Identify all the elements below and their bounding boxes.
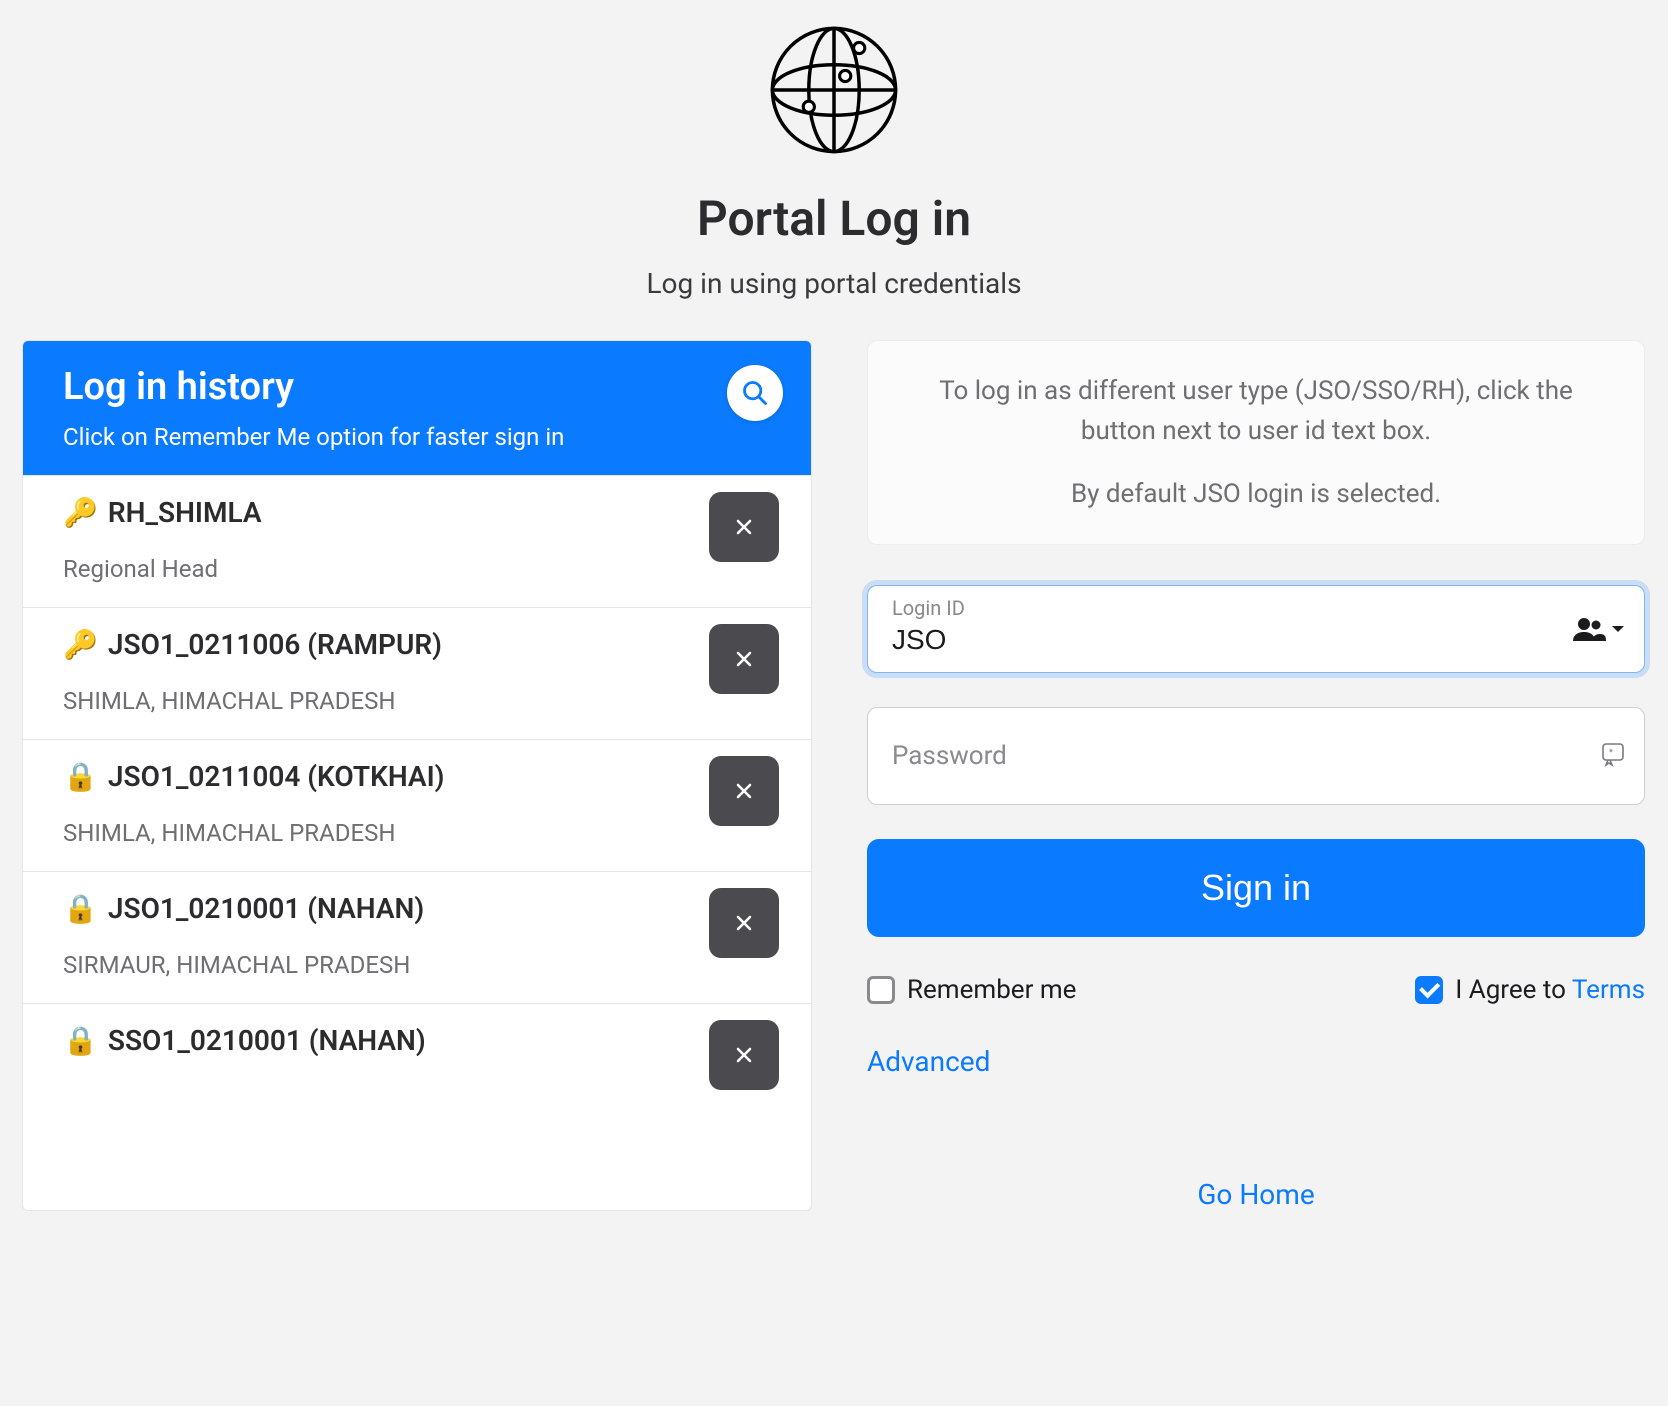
history-item[interactable]: 🔑 RH_SHIMLA Regional Head	[23, 475, 811, 607]
login-id-label: Login ID	[892, 596, 965, 620]
history-search-button[interactable]	[727, 365, 783, 421]
history-remove-button[interactable]	[709, 888, 779, 958]
user-type-selector[interactable]	[1572, 615, 1626, 643]
password-suggestion-icon[interactable]: *	[1600, 741, 1626, 771]
chevron-down-icon	[1610, 623, 1626, 635]
page-subtitle: Log in using portal credentials	[20, 267, 1648, 300]
history-item[interactable]: 🔑 JSO1_0211006 (RAMPUR) SHIMLA, HIMACHAL…	[23, 607, 811, 739]
close-icon	[734, 1045, 754, 1065]
history-remove-button[interactable]	[709, 1020, 779, 1090]
search-icon	[741, 379, 769, 407]
close-icon	[734, 649, 754, 669]
history-item[interactable]: 🔒 JSO1_0211004 (KOTKHAI) SHIMLA, HIMACHA…	[23, 739, 811, 871]
lock-icon: 🔒	[63, 760, 98, 793]
agree-terms-label: I Agree to Terms	[1455, 975, 1645, 1005]
login-history-panel: Log in history Click on Remember Me opti…	[22, 340, 812, 1211]
info-line-1: To log in as different user type (JSO/SS…	[908, 371, 1604, 452]
history-item-name: JSO1_0210001 (NAHAN)	[108, 892, 424, 925]
history-header: Log in history Click on Remember Me opti…	[23, 341, 811, 475]
lock-icon: 🔒	[63, 892, 98, 925]
close-icon	[734, 517, 754, 537]
history-title: Log in history	[63, 365, 771, 409]
signin-button[interactable]: Sign in	[867, 839, 1645, 937]
key-icon: 🔑	[63, 628, 98, 661]
info-line-2: By default JSO login is selected.	[908, 474, 1604, 514]
history-item-name: JSO1_0211004 (KOTKHAI)	[108, 760, 445, 793]
history-item-name: RH_SHIMLA	[108, 496, 262, 529]
history-remove-button[interactable]	[709, 756, 779, 826]
page-header: Portal Log in Log in using portal creden…	[20, 20, 1648, 300]
people-icon	[1572, 615, 1606, 643]
agree-prefix: I Agree to	[1455, 975, 1572, 1005]
history-subtitle: Click on Remember Me option for faster s…	[63, 423, 771, 451]
key-icon: 🔑	[63, 496, 98, 529]
remember-me-label: Remember me	[907, 975, 1076, 1005]
history-item-meta: SIRMAUR, HIMACHAL PRADESH	[63, 951, 771, 979]
close-icon	[734, 913, 754, 933]
history-item-meta: Regional Head	[63, 555, 771, 583]
globe-icon	[764, 20, 904, 160]
svg-text:*: *	[1609, 748, 1613, 758]
advanced-link[interactable]: Advanced	[867, 1045, 1645, 1078]
login-id-input[interactable]	[868, 598, 1644, 660]
history-item[interactable]: 🔒 JSO1_0210001 (NAHAN) SIRMAUR, HIMACHAL…	[23, 871, 811, 1003]
login-form-panel: To log in as different user type (JSO/SS…	[867, 340, 1645, 1211]
history-item[interactable]: 🔒 SSO1_0210001 (NAHAN)	[23, 1003, 811, 1065]
history-remove-button[interactable]	[709, 492, 779, 562]
checkbox-checked-icon	[1415, 976, 1443, 1004]
close-icon	[734, 781, 754, 801]
password-input[interactable]	[868, 720, 1644, 760]
login-id-field[interactable]: Login ID	[867, 585, 1645, 673]
password-field[interactable]: Password *	[867, 707, 1645, 805]
checkbox-empty-icon	[867, 976, 895, 1004]
terms-link[interactable]: Terms	[1572, 975, 1645, 1005]
login-info-box: To log in as different user type (JSO/SS…	[867, 340, 1645, 545]
agree-terms-checkbox[interactable]: I Agree to Terms	[1415, 975, 1645, 1005]
history-item-meta: SHIMLA, HIMACHAL PRADESH	[63, 819, 771, 847]
history-item-meta: SHIMLA, HIMACHAL PRADESH	[63, 687, 771, 715]
history-item-name: SSO1_0210001 (NAHAN)	[108, 1024, 426, 1057]
remember-me-checkbox[interactable]: Remember me	[867, 975, 1076, 1005]
page-title: Portal Log in	[20, 190, 1648, 247]
go-home-link[interactable]: Go Home	[867, 1178, 1645, 1211]
lock-icon: 🔒	[63, 1024, 98, 1057]
history-item-name: JSO1_0211006 (RAMPUR)	[108, 628, 442, 661]
history-remove-button[interactable]	[709, 624, 779, 694]
